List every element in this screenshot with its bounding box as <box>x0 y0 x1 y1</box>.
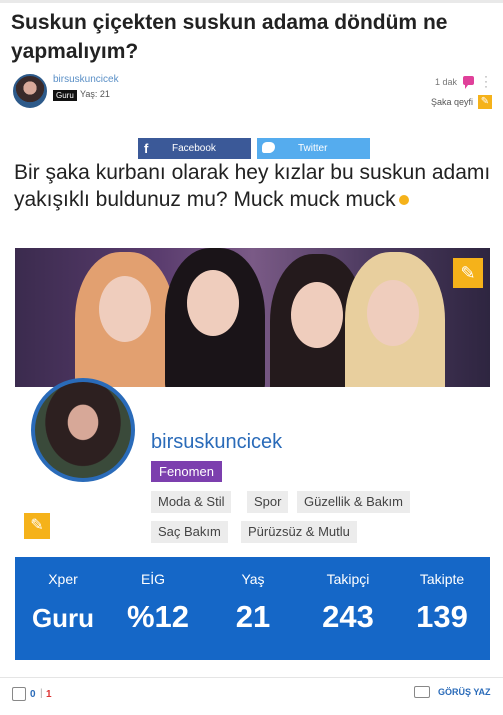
author-username[interactable]: birsuskuncicek <box>53 74 119 85</box>
profile-card: ✎ birsuskuncicek Fenomen Moda & Stil Spo… <box>15 248 490 660</box>
stat-label-xper: Xper <box>48 571 78 587</box>
facebook-icon: f <box>144 141 149 156</box>
card-pencil-icon[interactable]: ✎ <box>24 513 50 539</box>
emoji-icon <box>398 195 409 206</box>
twitter-icon <box>262 142 275 153</box>
twitter-share-button[interactable]: Twitter <box>257 138 370 159</box>
stat-value-takipci: 243 <box>322 599 374 634</box>
top-divider <box>0 0 503 3</box>
vote-separator: | <box>40 688 43 699</box>
interest-tag[interactable]: Pürüzsüz & Mutlu <box>241 521 357 543</box>
interest-tag[interactable]: Spor <box>247 491 289 513</box>
author-age: Yaş: 21 <box>80 89 110 99</box>
question-title: Suskun çiçekten suskun adama döndüm ne y… <box>11 11 448 63</box>
profile-avatar[interactable] <box>31 378 135 482</box>
cover-pencil-icon[interactable]: ✎ <box>453 258 483 288</box>
footer-divider <box>0 677 503 678</box>
level-badge: Guru <box>53 90 77 101</box>
fenomen-badge: Fenomen <box>151 461 222 482</box>
stat-label-takipci: Takipçi <box>326 571 370 587</box>
stat-value-xper: Guru <box>31 603 95 633</box>
dislike-count[interactable]: 1 <box>46 689 52 700</box>
interest-tag[interactable]: Güzellik & Bakım <box>297 491 410 513</box>
stat-label-takipte: Takipte <box>419 571 465 587</box>
thumbs-up-icon[interactable] <box>12 687 26 701</box>
facebook-label: Facebook <box>172 143 216 154</box>
stat-label-yas: Yaş <box>241 571 265 587</box>
facebook-share-button[interactable]: f Facebook <box>138 138 251 159</box>
category-label[interactable]: Şaka qeyfi <box>431 97 473 107</box>
interest-tag[interactable]: Moda & Stil <box>151 491 232 513</box>
author-avatar[interactable] <box>13 74 47 108</box>
twitter-label: Twitter <box>298 143 328 154</box>
question-body-text: Bir şaka kurbanı olarak hey kızlar bu su… <box>14 161 491 211</box>
comment-icon[interactable] <box>414 686 430 698</box>
more-dots-icon[interactable]: · · · <box>484 70 488 92</box>
like-count[interactable]: 0 <box>30 689 36 700</box>
profile-cover-image: ✎ <box>15 248 490 387</box>
write-comment-button[interactable]: GÖRÜŞ YAZ <box>438 687 491 697</box>
interest-tag[interactable]: Saç Bakım <box>151 521 228 543</box>
stat-value-eig: %12 <box>126 599 190 634</box>
pencil-icon[interactable]: ✎ <box>478 95 492 109</box>
pink-chat-icon[interactable] <box>463 76 474 89</box>
post-time: 1 dak <box>435 77 458 87</box>
profile-name[interactable]: birsuskuncicek <box>151 431 282 454</box>
stat-value-yas: 21 <box>235 599 271 634</box>
question-body: Bir şaka kurbanı olarak hey kızlar bu su… <box>14 159 494 213</box>
stat-label-eig: EİG <box>140 571 166 587</box>
profile-stats: Xper Guru EİG %12 Yaş 21 Takipçi 243 Tak… <box>15 557 490 660</box>
stat-value-takipte: 139 <box>416 599 468 634</box>
